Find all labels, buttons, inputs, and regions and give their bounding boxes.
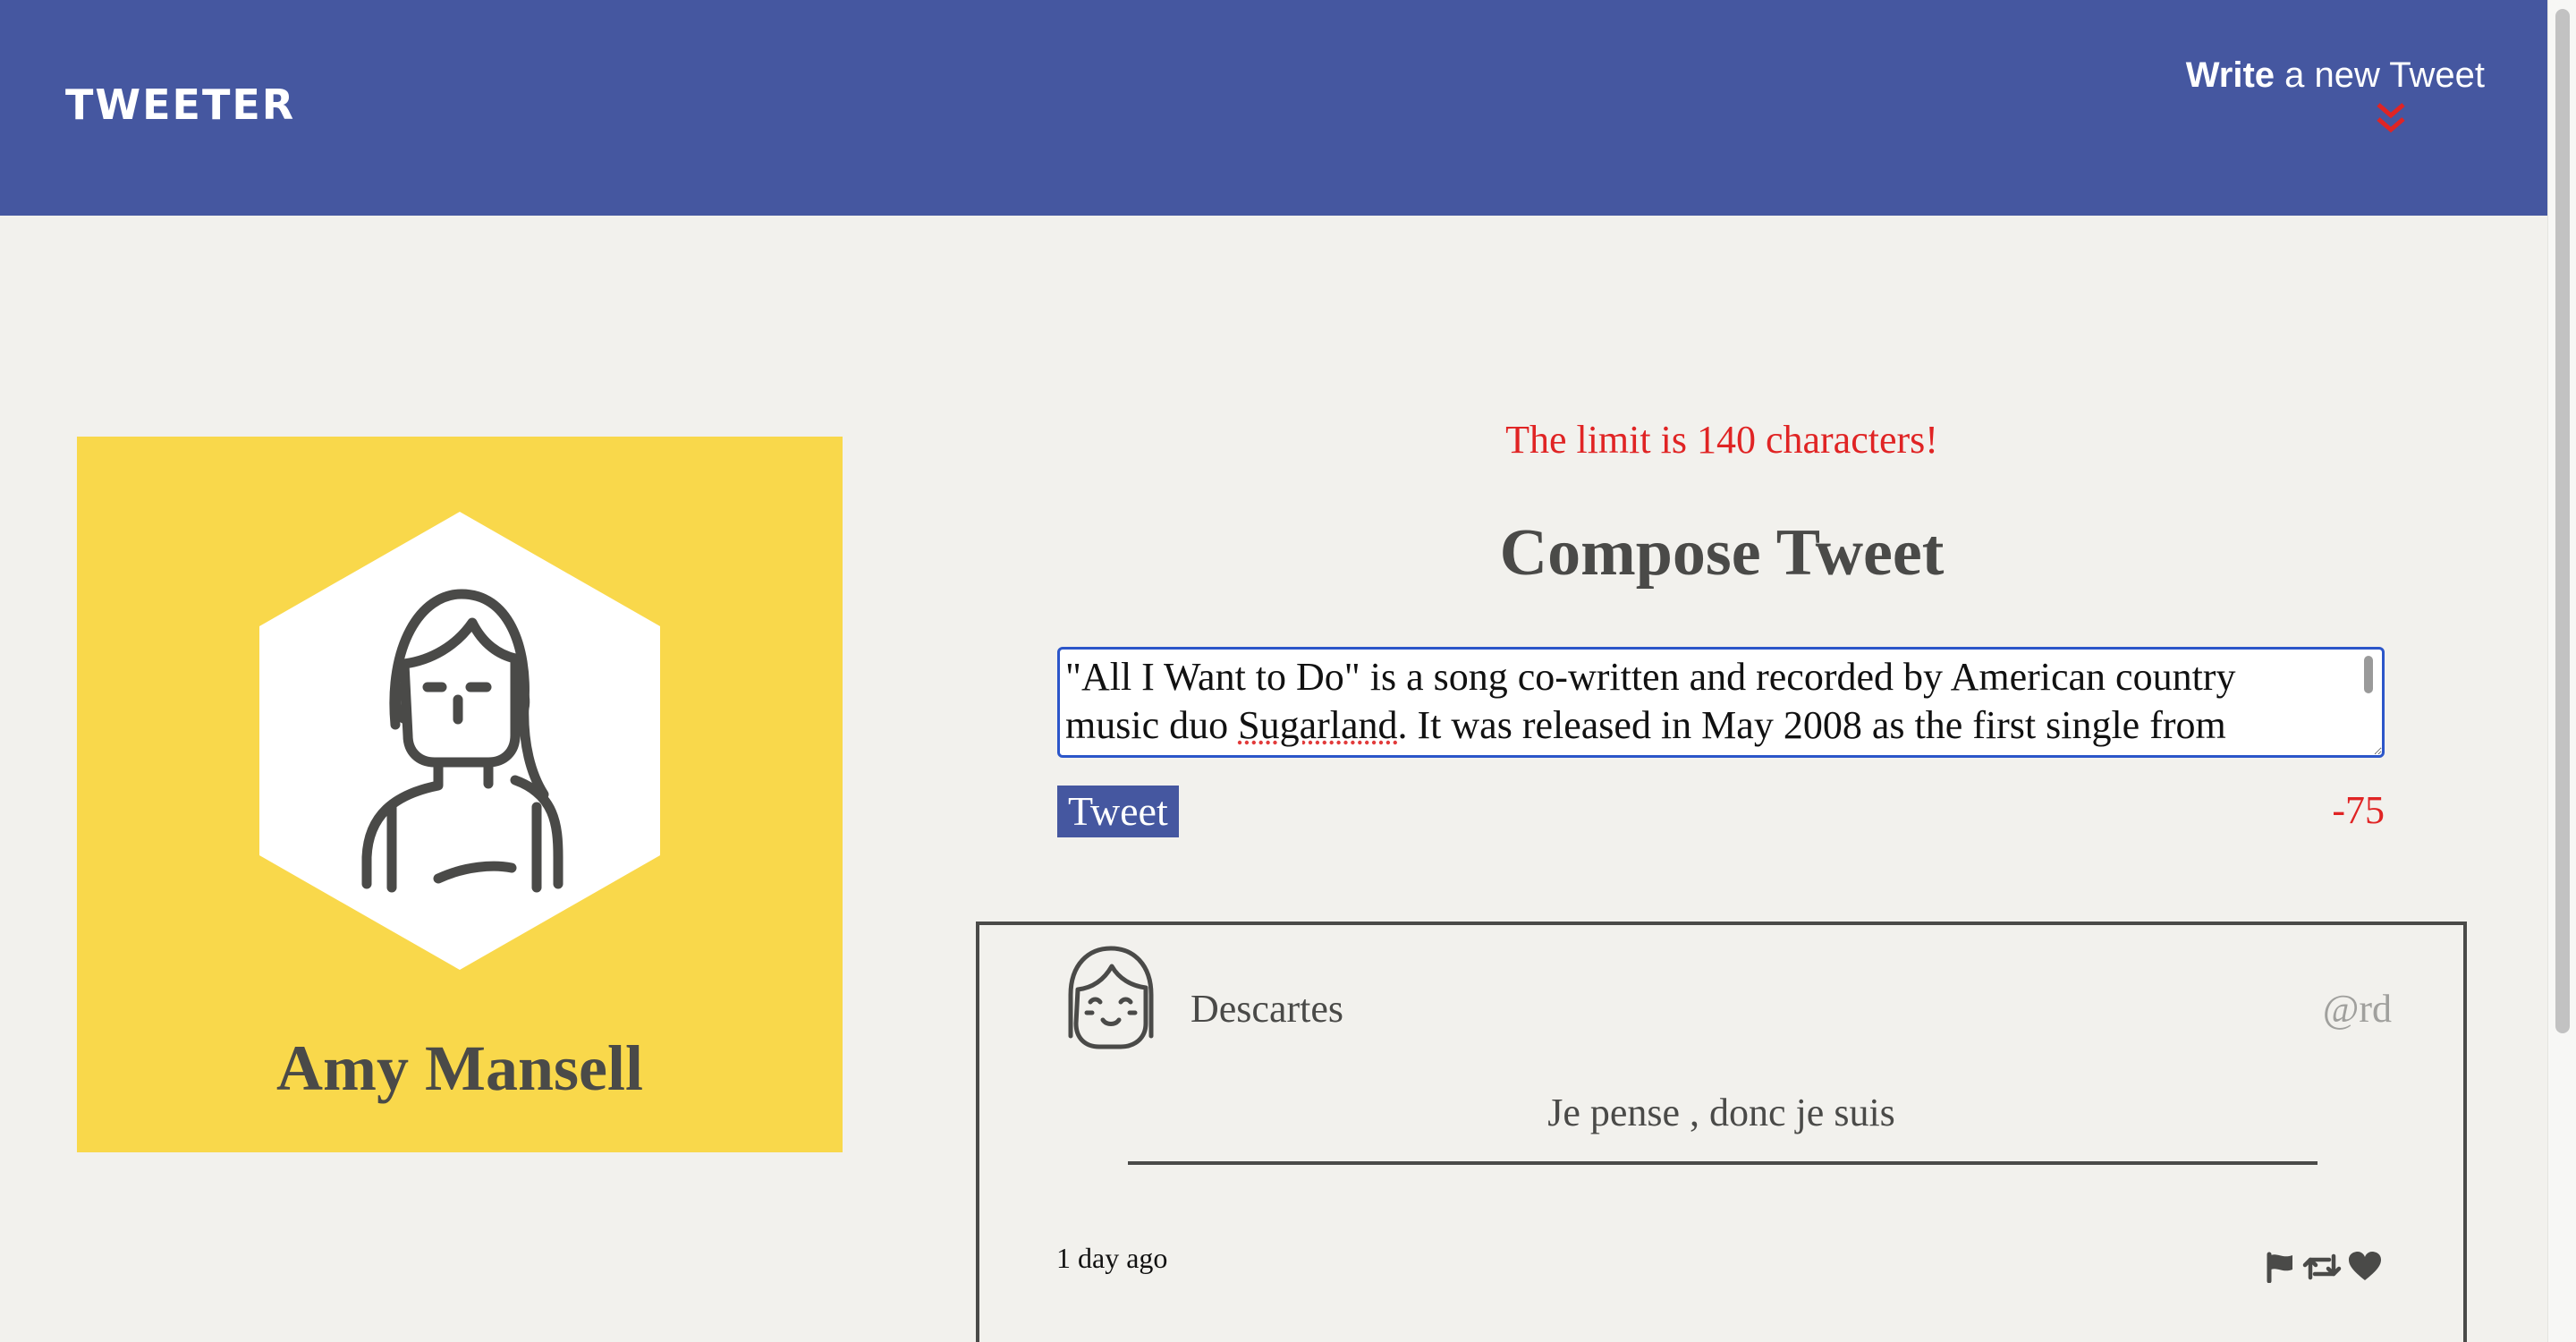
double-chevron-down-icon[interactable] [2375,101,2407,137]
tweet-textarea[interactable]: "All I Want to Do" is a song co-written … [1057,647,2385,758]
heart-icon[interactable] [2347,1251,2383,1283]
tweet-author-handle: @rd [2322,987,2392,1031]
tweet-actions [2265,1251,2383,1283]
tweet-textarea-line-1: "All I Want to Do" is a song co-written … [1065,655,2236,699]
textarea-scrollbar-thumb[interactable] [2362,654,2375,695]
tweet-card: Descartes @rd Je pense , donc je suis 1 … [976,922,2467,1342]
misspelled-word: Sugarland [1238,703,1398,747]
tweet-text-before: music duo [1065,703,1239,747]
tweet-divider [1128,1161,2318,1165]
tweet-text-after: . It was released in May 2008 as the fir… [1397,703,2226,747]
tweet-content: Je pense , donc je suis [1547,1091,1895,1134]
brand-logo[interactable]: TWEETER [65,81,295,129]
page-scrollbar[interactable] [2547,0,2576,1342]
character-counter: -75 [2332,788,2385,832]
compose-link-text: a new Tweet [2275,55,2485,95]
tweet-author-name: Descartes [1191,987,1344,1031]
flag-icon[interactable] [2265,1251,2297,1283]
write-new-tweet-link[interactable]: Write a new Tweet [2186,55,2485,137]
user-profile-card: Amy Mansell [77,437,843,1152]
profile-name: Amy Mansell [276,1032,643,1104]
retweet-icon[interactable] [2302,1251,2342,1283]
page-scrollbar-thumb[interactable] [2555,9,2570,1033]
compose-tweet-title: Compose Tweet [1499,516,1945,590]
compose-link-bold: Write [2185,55,2275,95]
user-avatar-icon [259,512,660,970]
top-nav: TWEETER Write a new Tweet [0,0,2547,216]
character-limit-warning: The limit is 140 characters! [1505,418,1938,462]
tweet-textarea-line-2: music duo Sugarland. It was released in … [1065,701,2343,750]
smiling-user-avatar-icon [1068,946,1154,1049]
tweet-submit-button[interactable]: Tweet [1057,786,1179,837]
tweet-timestamp: 1 day ago [1056,1242,1168,1274]
